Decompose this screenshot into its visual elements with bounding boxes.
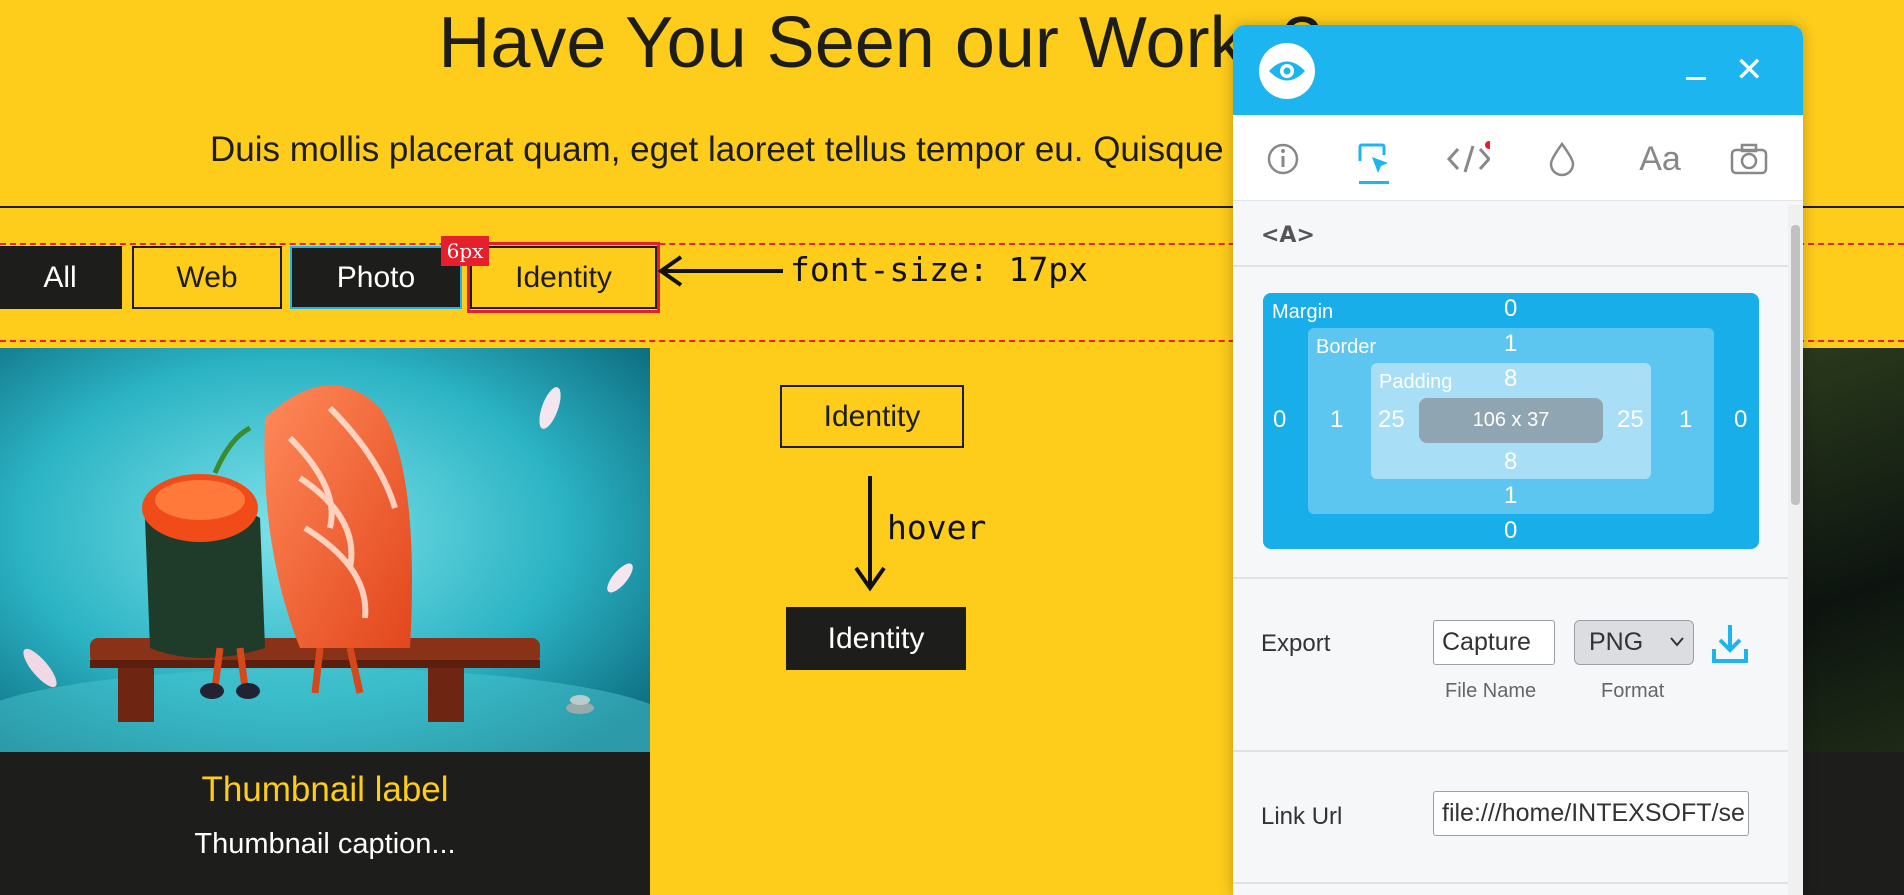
active-tab-indicator (1359, 181, 1389, 184)
separator (1233, 750, 1788, 752)
thumbnail-image[interactable] (0, 348, 650, 752)
filter-all-button[interactable]: All (0, 246, 122, 309)
content-size: 106 x 37 (1419, 398, 1603, 443)
cursor-select-icon[interactable] (1352, 137, 1396, 181)
box-model-padding: Padding 8 25 25 8 106 x 37 (1371, 363, 1651, 479)
eye-icon (1259, 43, 1315, 99)
code-icon[interactable] (1446, 137, 1490, 181)
minimize-icon[interactable] (1686, 77, 1706, 80)
thumbnail-caption: Thumbnail caption... (194, 828, 456, 860)
box-model-margin: Margin 0 0 0 0 Border 1 1 1 1 Padding 8 … (1263, 293, 1759, 549)
separator (1233, 265, 1788, 267)
filter-web-button[interactable]: Web (132, 246, 282, 309)
padding-right: 25 (1617, 406, 1644, 433)
separator (1233, 577, 1788, 579)
padding-bottom: 8 (1504, 448, 1518, 475)
format-caption: Format (1601, 680, 1665, 702)
inspector-scrollbar[interactable] (1788, 205, 1803, 895)
margin-right: 0 (1734, 406, 1748, 433)
arrow-down-icon (854, 476, 886, 592)
border-bottom: 1 (1504, 482, 1518, 509)
padding-left: 25 (1378, 406, 1405, 433)
second-thumbnail-bar (1800, 752, 1904, 895)
second-thumbnail-image[interactable] (1800, 348, 1904, 752)
link-url-input[interactable]: file:///home/INTEXSOFT/se (1433, 791, 1749, 836)
file-name-caption: File Name (1445, 680, 1537, 702)
margin-label: Margin (1272, 301, 1334, 323)
element-tag: <A> (1261, 223, 1315, 248)
chevron-down-icon (1670, 637, 1684, 647)
hover-annotation: hover (887, 508, 987, 547)
export-label: Export (1261, 630, 1331, 657)
padding-top: 8 (1504, 365, 1518, 392)
link-url-label: Link Url (1261, 803, 1343, 830)
sushi-illustration (0, 348, 650, 752)
download-icon[interactable] (1711, 623, 1749, 670)
filter-identity-button[interactable]: Identity (470, 246, 657, 309)
thumbnail-caption-bar: Thumbnail label Thumbnail caption... (0, 752, 650, 895)
filter-photo-button[interactable]: Photo (290, 246, 462, 309)
thumbnail-label: Thumbnail label (201, 770, 449, 809)
font-icon[interactable]: Aa (1628, 137, 1692, 181)
camera-icon[interactable] (1727, 137, 1771, 181)
info-icon[interactable] (1261, 137, 1305, 181)
format-value: PNG (1589, 628, 1644, 656)
demo-identity-button[interactable]: Identity (780, 385, 964, 448)
margin-bottom: 0 (1504, 517, 1518, 544)
margin-top: 0 (1504, 295, 1518, 322)
box-model-border: Border 1 1 1 1 Padding 8 25 25 8 106 x 3… (1308, 328, 1714, 514)
color-drop-icon[interactable] (1540, 137, 1584, 181)
file-name-input[interactable]: Capture (1433, 620, 1555, 665)
inspector-panel: ✕ Aa <A> Margin 0 0 0 0 Border 1 1 1 1 P… (1233, 25, 1803, 895)
annotation-arrow-left-icon (657, 255, 783, 287)
border-left: 1 (1330, 406, 1344, 433)
border-right: 1 (1679, 406, 1693, 433)
margin-left: 0 (1273, 406, 1287, 433)
separator (1233, 882, 1788, 884)
demo-identity-hover-button[interactable]: Identity (786, 607, 966, 670)
inspector-header: ✕ (1233, 25, 1803, 115)
border-label: Border (1316, 336, 1377, 358)
close-icon[interactable]: ✕ (1735, 53, 1764, 87)
spacing-badge: 6px (441, 236, 489, 266)
font-size-annotation: font-size: 17px (790, 250, 1089, 289)
scrollbar-thumb[interactable] (1791, 225, 1800, 505)
page-heading: Have You Seen our Works? (438, 3, 1322, 83)
inspector-tabs: Aa (1233, 115, 1803, 201)
format-select[interactable]: PNG (1574, 620, 1694, 665)
border-top: 1 (1504, 330, 1518, 357)
padding-label: Padding (1379, 371, 1453, 393)
